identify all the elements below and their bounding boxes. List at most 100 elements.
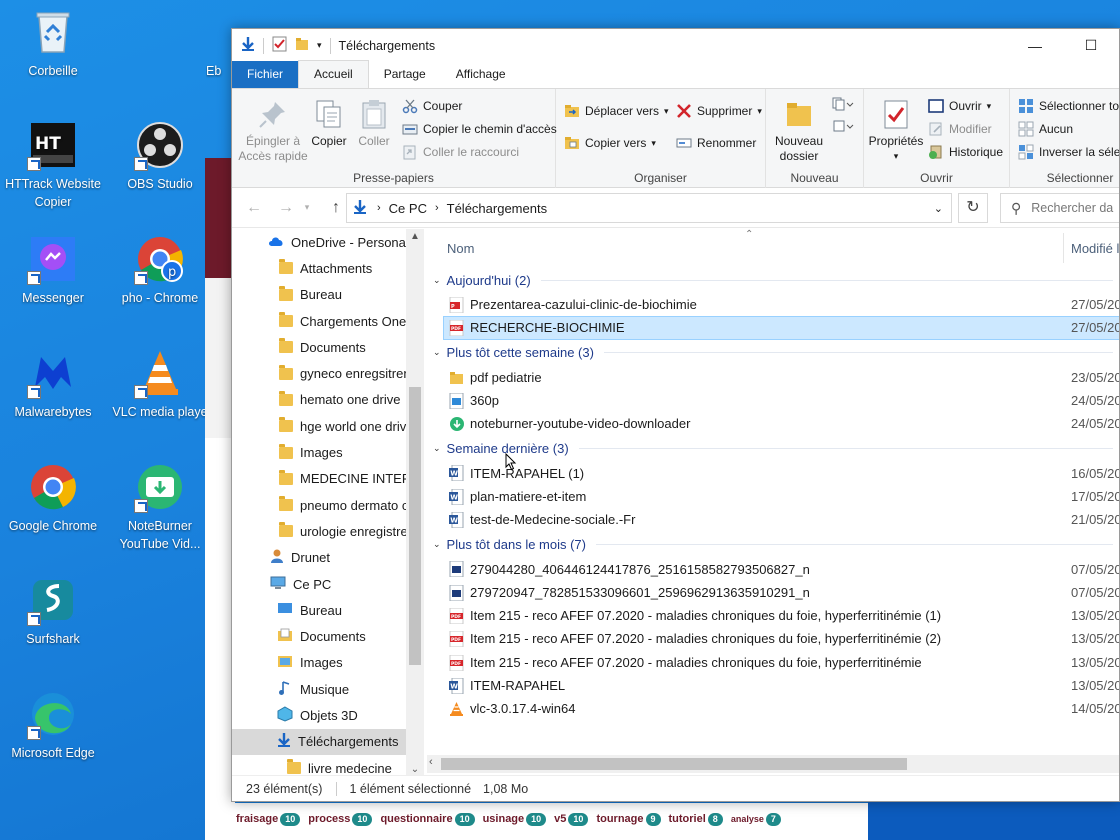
copy-path-button[interactable]: Copier le chemin d'accès	[402, 121, 557, 137]
nav-item-folder[interactable]: gyneco enregsitren	[232, 360, 424, 386]
properties-check-icon[interactable]	[272, 36, 287, 55]
search-input[interactable]: ⚲ Rechercher da	[1000, 193, 1119, 223]
horizontal-scrollbar[interactable]: ‹	[427, 755, 1119, 773]
scrollbar-thumb[interactable]	[409, 387, 421, 665]
file-row[interactable]: W ITEM-RAPAHEL (1) 16/05/20	[427, 461, 1119, 484]
nav-item-folder[interactable]: Documents	[232, 334, 424, 360]
tag[interactable]: questionnaire 10	[380, 813, 475, 826]
file-row[interactable]: vlc-3.0.17.4-win64 14/05/20	[427, 697, 1119, 720]
group-header[interactable]: ⌄ Semaine dernière (3)	[427, 435, 1119, 461]
paste-shortcut-button[interactable]: Coller le raccourci	[402, 144, 519, 160]
new-folder-icon[interactable]	[295, 37, 309, 54]
copy-to-button[interactable]: Copier vers	[564, 135, 656, 151]
tag[interactable]: process 10	[308, 813, 373, 826]
modify-button[interactable]: Modifier	[928, 121, 992, 137]
tag[interactable]: tutoriel 8	[669, 813, 723, 826]
group-header[interactable]: ⌄ Aujourd'hui (2)	[427, 267, 1119, 293]
file-row-selected[interactable]: PDF RECHERCHE-BIOCHIMIE 27/05/20	[443, 316, 1119, 340]
nav-item-bureau[interactable]: Bureau	[232, 597, 424, 623]
desktop-icon-pho-chrome[interactable]: p pho - Chrome	[108, 233, 212, 307]
nav-item-onedrive[interactable]: OneDrive - Personal	[232, 229, 424, 255]
file-row[interactable]: W ITEM-RAPAHEL 13/05/20	[427, 674, 1119, 697]
file-row[interactable]: noteburner-youtube-video-downloader 24/0…	[427, 412, 1119, 435]
select-none-button[interactable]: Aucun	[1018, 121, 1073, 137]
properties-button[interactable]: Propriétés ▾	[868, 98, 924, 164]
address-dropdown-icon[interactable]: ⌄	[934, 202, 943, 215]
easy-access-icon[interactable]	[832, 119, 854, 136]
paste-button[interactable]: Coller	[354, 98, 394, 149]
pin-quick-access-button[interactable]: Épingler à Accès rapide	[238, 98, 308, 164]
file-row[interactable]: pdf pediatrie 23/05/20	[427, 366, 1119, 389]
tag[interactable]: usinage 10	[483, 813, 547, 826]
nav-item-telechargements[interactable]: Téléchargements	[232, 728, 424, 755]
move-to-button[interactable]: Déplacer vers	[564, 103, 669, 119]
tab-affichage[interactable]: Affichage	[441, 61, 521, 88]
file-row[interactable]: W test-de-Medecine-sociale.-Fr 21/05/20	[427, 508, 1119, 531]
file-row[interactable]: 279720947_782851533096601_25969629136359…	[427, 581, 1119, 604]
nav-item-folder[interactable]: pneumo dermato c	[232, 492, 424, 518]
new-folder-button[interactable]: Nouveau dossier	[772, 98, 826, 164]
back-button[interactable]: ←	[238, 199, 270, 217]
column-header-modified[interactable]: Modifié l	[1071, 241, 1119, 256]
nav-item-folder[interactable]: livre medecine	[232, 755, 424, 777]
nav-item-images[interactable]: Images	[232, 650, 424, 676]
nav-item-ce-pc[interactable]: Ce PC	[232, 571, 424, 597]
delete-button[interactable]: Supprimer	[676, 103, 762, 119]
scrollbar-thumb[interactable]	[441, 758, 907, 770]
scroll-down-icon[interactable]: ⌄	[406, 764, 424, 775]
maximize-button[interactable]: ☐	[1063, 29, 1119, 62]
nav-item-folder[interactable]: Bureau	[232, 282, 424, 308]
scroll-up-icon[interactable]: ▲	[406, 231, 424, 242]
file-row[interactable]: 279044280_406446124417876_25161585827935…	[427, 557, 1119, 580]
rename-button[interactable]: Renommer	[676, 135, 756, 151]
desktop-icon-corbeille[interactable]: Corbeille	[1, 6, 105, 80]
breadcrumb-ce-pc[interactable]: Ce PC	[389, 201, 427, 216]
file-row[interactable]: PDF Item 215 - reco AFEF 07.2020 - malad…	[427, 651, 1119, 674]
desktop-icon-surfshark[interactable]: Surfshark	[1, 574, 105, 648]
nav-item-user[interactable]: Drunet	[232, 545, 424, 571]
desktop-icon-obs[interactable]: OBS Studio	[108, 119, 212, 193]
tag[interactable]: fraisage 10	[236, 813, 301, 826]
nav-item-folder[interactable]: Attachments	[232, 255, 424, 281]
qat-dropdown-icon[interactable]: ▾	[317, 40, 322, 51]
desktop-icon-partial[interactable]: Eb	[206, 6, 230, 80]
nav-item-musique[interactable]: Musique	[232, 676, 424, 702]
breadcrumb-telechargements[interactable]: Téléchargements	[447, 201, 547, 216]
cut-button[interactable]: Couper	[402, 98, 462, 114]
column-divider[interactable]	[1063, 233, 1064, 263]
open-button[interactable]: Ouvrir	[928, 98, 991, 114]
desktop-icon-malwarebytes[interactable]: Malwarebytes	[1, 347, 105, 421]
navigation-scrollbar[interactable]: ▲ ⌄	[406, 229, 424, 777]
desktop-icon-messenger[interactable]: Messenger	[1, 233, 105, 307]
invert-selection-button[interactable]: Inverser la sélection	[1018, 144, 1119, 160]
desktop-icon-httrack[interactable]: HT HTTrack Website Copier	[1, 119, 105, 211]
nav-item-folder[interactable]: MEDECINE INTERN	[232, 466, 424, 492]
new-item-icon[interactable]	[832, 97, 854, 114]
file-row[interactable]: P Prezentarea-cazului-clinic-de-biochimi…	[427, 293, 1119, 316]
nav-item-folder[interactable]: hemato one drive	[232, 387, 424, 413]
recent-locations-button[interactable]: ▾	[302, 202, 312, 213]
copy-button[interactable]: Copier	[308, 98, 350, 149]
file-row[interactable]: 360p 24/05/20	[427, 389, 1119, 412]
nav-item-folder[interactable]: Images	[232, 439, 424, 465]
tag[interactable]: analyse 7	[731, 813, 781, 826]
file-row[interactable]: PDF Item 215 - reco AFEF 07.2020 - malad…	[427, 604, 1119, 627]
nav-item-folder[interactable]: hge world one drive	[232, 413, 424, 439]
nav-item-objets-3d[interactable]: Objets 3D	[232, 702, 424, 728]
file-row[interactable]: W plan-matiere-et-item 17/05/20	[427, 485, 1119, 508]
download-arrow-icon[interactable]	[241, 36, 255, 55]
desktop-icon-noteburner[interactable]: NoteBurner YouTube Vid...	[108, 461, 212, 553]
column-header-name[interactable]: Nom	[447, 241, 474, 256]
forward-button[interactable]: →	[270, 199, 302, 217]
tab-fichier[interactable]: Fichier	[232, 61, 299, 88]
file-row[interactable]: PDF Item 215 - reco AFEF 07.2020 - malad…	[427, 627, 1119, 650]
scroll-left-icon[interactable]: ‹	[429, 756, 433, 768]
tag[interactable]: tournage 9	[596, 813, 661, 826]
select-all-button[interactable]: Sélectionner tout	[1018, 98, 1119, 114]
tab-partage[interactable]: Partage	[369, 61, 441, 88]
group-header[interactable]: ⌄ Plus tôt dans le mois (7)	[427, 531, 1119, 557]
group-header[interactable]: ⌄ Plus tôt cette semaine (3)	[427, 340, 1119, 366]
desktop-icon-vlc[interactable]: VLC media playe	[108, 347, 212, 421]
refresh-button[interactable]: ↻	[958, 193, 988, 223]
address-bar[interactable]: › Ce PC › Téléchargements ⌄	[346, 193, 952, 223]
